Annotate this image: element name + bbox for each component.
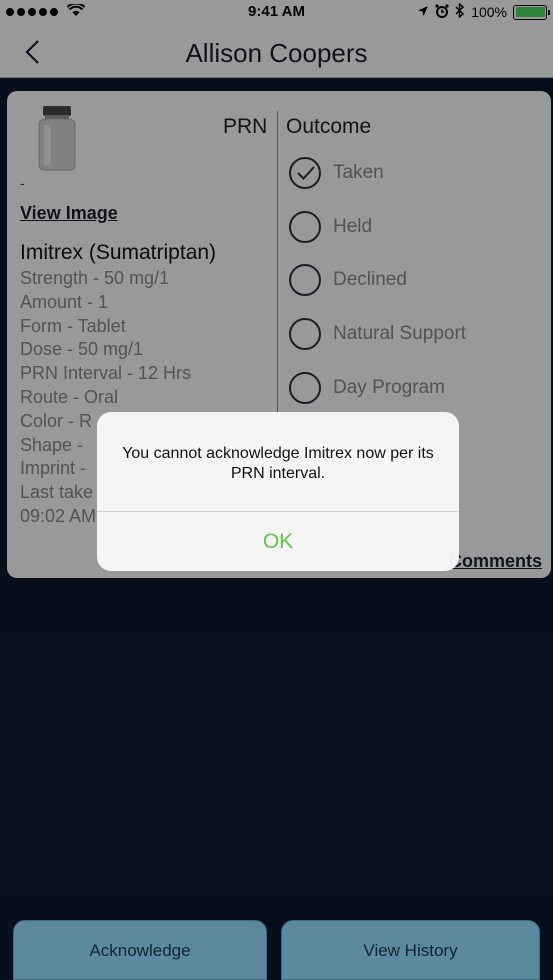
- acknowledge-button[interactable]: Acknowledge: [13, 920, 267, 980]
- alert-ok-button[interactable]: OK: [97, 512, 459, 571]
- alert-dialog: You cannot acknowledge Imitrex now per i…: [97, 412, 459, 571]
- view-history-button[interactable]: View History: [281, 920, 540, 980]
- alert-message: You cannot acknowledge Imitrex now per i…: [122, 445, 434, 482]
